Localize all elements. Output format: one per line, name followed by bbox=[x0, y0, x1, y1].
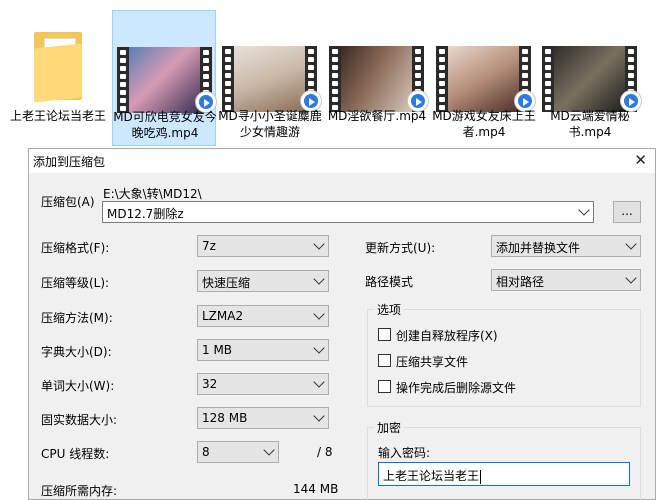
method-value: LZMA2 bbox=[202, 309, 244, 323]
file-tile-folder[interactable]: 上老王论坛当老王 bbox=[6, 10, 110, 146]
archive-directory: E:\大象\转\MD12\ bbox=[103, 187, 202, 201]
file-tile-video[interactable]: MD淫欲餐厅.mp4 bbox=[325, 10, 429, 146]
file-tile-video[interactable]: MD云端爱情秘书.mp4 bbox=[538, 10, 642, 146]
file-explorer-view: 上老王论坛当老王 MD可欣电竞女友今晚吃鸡.mp4 MD寻小小圣诞麋鹿少女情趣游… bbox=[0, 0, 656, 150]
word-size-label: 单词大小(W): bbox=[41, 379, 115, 393]
options-group: 选项 创建自释放程序(X) 压缩共享文件 操作完成后删除源文件 bbox=[367, 301, 641, 407]
text-caret bbox=[480, 469, 482, 484]
dictionary-value: 1 MB bbox=[202, 343, 233, 357]
method-label: 压缩方法(M): bbox=[41, 311, 113, 325]
chevron-down-icon bbox=[625, 238, 637, 250]
password-value: 上老王论坛当老王 bbox=[383, 469, 480, 483]
chevron-down-icon bbox=[313, 342, 325, 354]
solid-size-label: 固实数据大小: bbox=[41, 413, 118, 427]
checkbox-box bbox=[378, 354, 391, 367]
path-mode-value: 相对路径 bbox=[496, 275, 545, 289]
file-name: MD淫欲餐厅.mp4 bbox=[327, 109, 427, 123]
chevron-down-icon bbox=[578, 204, 590, 216]
chevron-down-icon bbox=[625, 272, 637, 284]
checkbox-label: 压缩共享文件 bbox=[396, 355, 469, 369]
password-input[interactable]: 上老王论坛当老王 bbox=[378, 462, 630, 486]
dictionary-select[interactable]: 1 MB bbox=[197, 339, 329, 361]
archive-name-combobox[interactable]: MD12.7删除z bbox=[102, 201, 594, 223]
solid-size-select[interactable]: 128 MB bbox=[197, 407, 329, 429]
encryption-title: 加密 bbox=[374, 419, 405, 436]
checkbox-box bbox=[378, 380, 391, 393]
file-tile-video[interactable]: MD寻小小圣诞麋鹿少女情趣游 bbox=[218, 10, 322, 146]
file-tile-video[interactable]: MD可欣电竞女友今晚吃鸡.mp4 bbox=[112, 10, 217, 146]
cpu-threads-select[interactable]: 8 bbox=[197, 441, 279, 463]
file-name: 上老王论坛当老王 bbox=[9, 109, 106, 123]
checkbox-box bbox=[378, 328, 391, 341]
word-size-select[interactable]: 32 bbox=[197, 373, 329, 395]
archive-name-value: MD12.7删除z bbox=[107, 207, 184, 221]
add-to-archive-dialog: 添加到压缩包 ✕ 压缩包(A) E:\大象\转\MD12\ MD12.7删除z … bbox=[28, 148, 656, 500]
update-mode-select[interactable]: 添加并替换文件 bbox=[491, 235, 641, 257]
format-select[interactable]: 7z bbox=[197, 235, 329, 257]
folder-icon bbox=[34, 32, 82, 103]
dialog-title: 添加到压缩包 bbox=[33, 155, 106, 169]
file-name: MD云端爱情秘书.mp4 bbox=[550, 109, 630, 139]
chevron-down-icon bbox=[313, 273, 325, 285]
format-label: 压缩格式(F): bbox=[41, 241, 110, 255]
format-value: 7z bbox=[202, 239, 216, 253]
password-label: 输入密码: bbox=[378, 446, 431, 460]
archive-label: 压缩包(A) bbox=[41, 195, 95, 209]
chevron-down-icon bbox=[313, 238, 325, 250]
chevron-down-icon bbox=[313, 410, 325, 422]
file-name: MD可欣电竞女友今晚吃鸡.mp4 bbox=[113, 110, 217, 140]
level-value: 快速压缩 bbox=[202, 276, 251, 290]
memory-value: 144 MB bbox=[293, 482, 339, 496]
chevron-down-icon bbox=[313, 376, 325, 388]
dialog-titlebar: 添加到压缩包 ✕ bbox=[29, 149, 655, 173]
method-select[interactable]: LZMA2 bbox=[197, 305, 329, 327]
update-mode-value: 添加并替换文件 bbox=[496, 241, 581, 255]
path-mode-label: 路径模式 bbox=[365, 275, 414, 289]
dictionary-label: 字典大小(D): bbox=[41, 345, 112, 359]
cpu-threads-value: 8 bbox=[202, 445, 210, 459]
checkbox-label: 创建自释放程序(X) bbox=[396, 329, 498, 343]
file-name: MD寻小小圣诞麋鹿少女情趣游 bbox=[218, 109, 322, 139]
file-tile-video[interactable]: MD游戏女友床上王者.mp4 bbox=[432, 10, 536, 146]
cpu-threads-total: / 8 bbox=[317, 445, 333, 459]
file-name: MD游戏女友床上王者.mp4 bbox=[432, 109, 536, 139]
update-mode-label: 更新方式(U): bbox=[365, 241, 436, 255]
level-select[interactable]: 快速压缩 bbox=[197, 270, 329, 292]
word-size-value: 32 bbox=[202, 377, 218, 391]
close-icon[interactable]: ✕ bbox=[634, 151, 647, 169]
browse-button[interactable]: ... bbox=[613, 201, 641, 223]
encryption-group: 加密 输入密码: 上老王论坛当老王 bbox=[367, 419, 641, 500]
checkbox-label: 操作完成后删除源文件 bbox=[396, 381, 517, 395]
options-title: 选项 bbox=[374, 301, 405, 318]
solid-size-value: 128 MB bbox=[202, 411, 248, 425]
chevron-down-icon bbox=[263, 444, 275, 456]
level-label: 压缩等级(L): bbox=[41, 276, 110, 290]
memory-label: 压缩所需内存: bbox=[41, 484, 118, 498]
path-mode-select[interactable]: 相对路径 bbox=[491, 269, 641, 291]
chevron-down-icon bbox=[313, 308, 325, 320]
cpu-threads-label: CPU 线程数: bbox=[41, 447, 110, 461]
